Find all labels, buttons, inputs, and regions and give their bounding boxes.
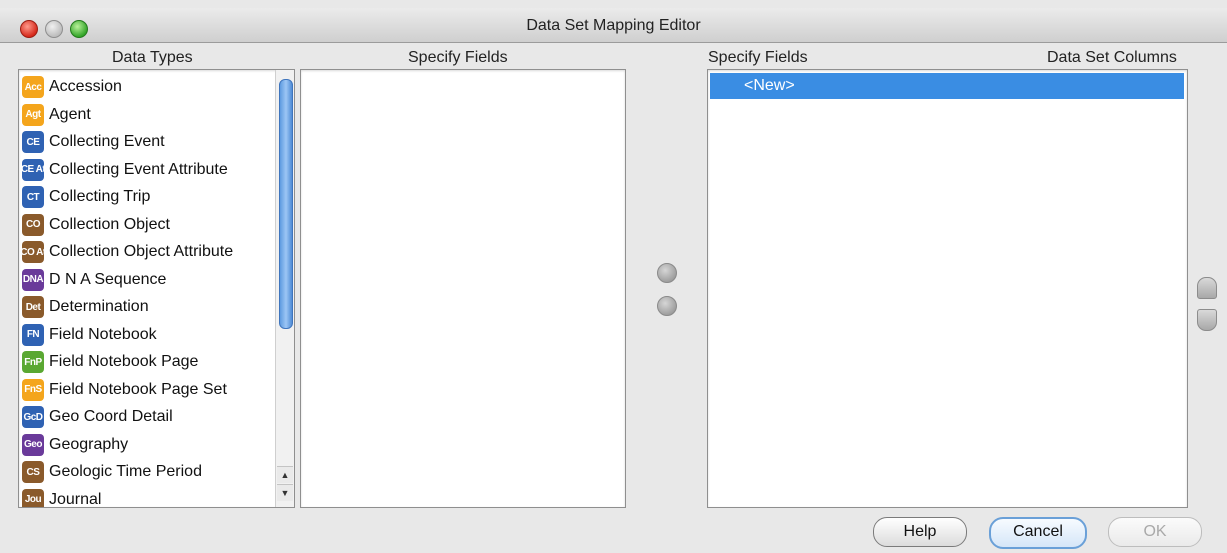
data-type-icon: CT xyxy=(22,186,44,208)
data-types-list[interactable]: Acc Accession Agt Agent CE Collecting Event CE… xyxy=(18,69,295,508)
dialog-window: Data Set Mapping Editor Data Types Speci… xyxy=(0,0,1227,553)
title-bar[interactable]: Data Set Mapping Editor xyxy=(0,8,1227,43)
data-type-icon: Det xyxy=(22,296,44,318)
scroll-up-arrow-icon[interactable]: ▲ xyxy=(277,466,293,483)
list-item-label: Accession xyxy=(49,78,122,95)
move-up-button[interactable] xyxy=(1197,277,1217,299)
data-type-icon: Jou xyxy=(22,488,44,507)
list-item[interactable]: DNA D N A Sequence xyxy=(22,267,166,293)
list-item[interactable]: CS Geologic Time Period xyxy=(22,459,202,485)
data-type-icon: FnS xyxy=(22,378,44,401)
help-button[interactable]: Help xyxy=(873,517,967,547)
list-item-label: Collecting Trip xyxy=(49,188,151,205)
list-item[interactable]: Acc Accession xyxy=(22,74,122,100)
list-item[interactable]: CT Collecting Trip xyxy=(22,184,150,210)
list-item[interactable]: Geo Geography xyxy=(22,432,128,458)
data-type-icon: CS xyxy=(22,461,44,483)
list-item-label: Geo Coord Detail xyxy=(49,408,173,425)
scroll-down-arrow-icon[interactable]: ▼ xyxy=(277,484,293,501)
remove-mapping-button[interactable] xyxy=(657,296,677,316)
list-item-label: Journal xyxy=(49,490,102,508)
scrollbar-thumb[interactable] xyxy=(279,79,293,329)
data-type-icon: Agt xyxy=(22,103,44,126)
data-type-icon: CO At xyxy=(20,241,46,263)
add-mapping-button[interactable] xyxy=(657,263,677,283)
specify-fields-header-left: Specify Fields xyxy=(408,49,508,66)
window-title: Data Set Mapping Editor xyxy=(526,17,701,34)
list-item[interactable]: CO At Collection Object Attribute xyxy=(20,239,234,265)
list-item-label: Collecting Event xyxy=(49,133,165,150)
specify-fields-header-right: Specify Fields xyxy=(708,49,808,66)
cancel-button[interactable]: Cancel xyxy=(989,517,1087,549)
list-item[interactable]: FnP Field Notebook Page xyxy=(22,349,198,375)
list-item[interactable]: CE At Collecting Event Attribute xyxy=(21,157,228,183)
list-item-label: Geography xyxy=(49,435,129,453)
list-item-label: Collecting Event Attribute xyxy=(49,160,228,178)
data-type-icon: CE At xyxy=(21,158,46,181)
data-set-columns-list[interactable]: <New> xyxy=(707,69,1188,508)
data-type-icon: FN xyxy=(22,323,44,346)
list-item-label: Field Notebook xyxy=(49,325,157,343)
move-down-button[interactable] xyxy=(1197,309,1217,331)
list-item[interactable]: Agt Agent xyxy=(22,102,91,128)
list-item[interactable]: CE Collecting Event xyxy=(22,129,165,155)
list-item-label: Field Notebook Page Set xyxy=(49,380,227,398)
list-item[interactable]: CO Collection Object xyxy=(22,212,170,238)
data-type-icon: Geo xyxy=(22,433,44,456)
data-type-icon: FnP xyxy=(22,351,44,373)
data-set-columns-header: Data Set Columns xyxy=(1047,49,1177,66)
data-type-icon: CO xyxy=(22,213,44,236)
list-item-label: Geologic Time Period xyxy=(49,463,202,480)
data-type-icon: GcD xyxy=(22,406,44,428)
list-item[interactable]: Jou Journal xyxy=(22,487,102,508)
list-item-selected[interactable]: <New> xyxy=(710,73,1184,99)
list-item-label: Collection Object xyxy=(49,215,170,233)
data-types-header: Data Types xyxy=(112,49,193,66)
list-item[interactable]: Det Determination xyxy=(22,294,149,320)
list-item-label: Field Notebook Page xyxy=(49,353,199,370)
list-item-label: Agent xyxy=(49,105,91,123)
list-item-label: Collection Object Attribute xyxy=(49,243,234,260)
list-item[interactable]: FnS Field Notebook Page Set xyxy=(22,377,227,403)
ok-button[interactable]: OK xyxy=(1108,517,1202,547)
data-type-icon: DNA xyxy=(22,268,44,291)
data-type-icon: Acc xyxy=(22,76,44,98)
list-item[interactable]: GcD Geo Coord Detail xyxy=(22,404,173,430)
data-types-scrollbar[interactable]: ▲ ▼ xyxy=(275,70,294,507)
list-item-label: <New> xyxy=(744,77,795,94)
list-item-label: Determination xyxy=(49,298,149,315)
data-type-icon: CE xyxy=(22,131,44,153)
list-item-label: D N A Sequence xyxy=(49,270,167,288)
list-item[interactable]: FN Field Notebook xyxy=(22,322,157,348)
specify-fields-list[interactable] xyxy=(300,69,626,508)
